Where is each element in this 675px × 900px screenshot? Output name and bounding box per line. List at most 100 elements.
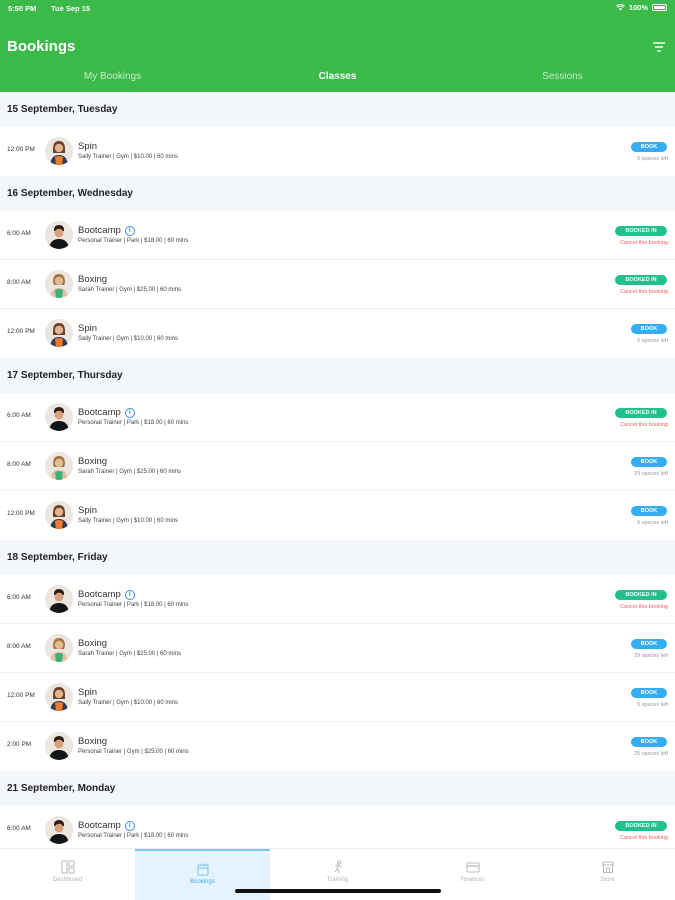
class-row[interactable]: 6:00 AM Bootcamp i Personal Trainer | Park … bbox=[0, 806, 675, 848]
book-button[interactable]: BOOK bbox=[631, 688, 667, 698]
class-time: 6:00 AM bbox=[7, 594, 31, 601]
trainer-avatar bbox=[45, 319, 73, 347]
finances-icon bbox=[466, 862, 479, 873]
spaces-left: 29 spaces left bbox=[634, 471, 668, 477]
class-name: Boxing bbox=[78, 274, 108, 285]
battery-percent: 100% bbox=[628, 3, 648, 12]
class-time: 6:00 AM bbox=[7, 230, 31, 237]
class-name-group: Boxing bbox=[78, 274, 107, 285]
class-row[interactable]: 12:00 PM Spin Sally Trainer | Gym | $10.00… bbox=[0, 309, 675, 358]
info-icon[interactable]: i bbox=[124, 589, 135, 600]
class-time: 6:00 AM bbox=[7, 825, 31, 832]
tab-classes[interactable]: Classes bbox=[225, 66, 450, 88]
book-button[interactable]: BOOK bbox=[631, 737, 667, 747]
class-name: Boxing bbox=[78, 736, 108, 747]
class-time: 8:00 AM bbox=[7, 461, 31, 468]
class-name-group: Boxing bbox=[78, 456, 107, 467]
cancel-booking-link[interactable]: Cancel this booking bbox=[620, 604, 668, 610]
booked-in-badge[interactable]: BOOKED IN bbox=[615, 275, 667, 285]
nav-store-label: Store bbox=[600, 877, 615, 883]
class-row[interactable]: 6:00 AM Bootcamp i Personal Trainer | Park … bbox=[0, 575, 675, 624]
class-details: Sally Trainer | Gym | $10.00 | 60 mins bbox=[78, 154, 179, 160]
booked-in-badge[interactable]: BOOKED IN bbox=[615, 226, 667, 236]
class-row[interactable]: 2:00 PM Boxing Personal Trainer | Gym | $2… bbox=[0, 722, 675, 771]
class-details: Sarah Trainer | Gym | $25.00 | 60 mins bbox=[78, 287, 182, 293]
class-row[interactable]: 8:00 AM Boxing Sarah Trainer | Gym | $25.0… bbox=[0, 442, 675, 491]
cancel-booking-link[interactable]: Cancel this booking bbox=[620, 422, 668, 428]
class-name: Spin bbox=[78, 141, 98, 152]
class-details: Sarah Trainer | Gym | $25.00 | 60 mins bbox=[78, 469, 182, 475]
class-time: 8:00 AM bbox=[7, 643, 31, 650]
class-row[interactable]: 6:00 AM Bootcamp i Personal Trainer | Park … bbox=[0, 393, 675, 442]
spaces-left: 5 spaces left bbox=[637, 702, 668, 708]
class-name: Spin bbox=[78, 323, 98, 334]
class-time: 6:00 AM bbox=[7, 412, 31, 419]
training-icon bbox=[334, 860, 342, 873]
class-name-group: Bootcamp i bbox=[78, 820, 135, 831]
tab-my-bookings[interactable]: My Bookings bbox=[0, 66, 225, 88]
day-header: 16 September, Wednesday bbox=[0, 176, 675, 211]
class-list[interactable]: 15 September, Tuesday 12:00 PM Spin Sally T… bbox=[0, 92, 675, 848]
trainer-avatar bbox=[45, 634, 73, 662]
spaces-left: 5 spaces left bbox=[637, 520, 668, 526]
filter-icon[interactable] bbox=[651, 39, 667, 55]
trainer-avatar bbox=[45, 585, 73, 613]
booked-in-badge[interactable]: BOOKED IN bbox=[615, 590, 667, 600]
tab-sessions[interactable]: Sessions bbox=[450, 66, 675, 88]
book-button[interactable]: BOOK bbox=[631, 324, 667, 334]
booked-in-badge[interactable]: BOOKED IN bbox=[615, 408, 667, 418]
trainer-avatar bbox=[45, 270, 73, 298]
class-time: 12:00 PM bbox=[7, 692, 35, 699]
trainer-avatar bbox=[45, 501, 73, 529]
battery-icon bbox=[652, 4, 667, 11]
cancel-booking-link[interactable]: Cancel this booking bbox=[620, 835, 668, 841]
class-details: Sarah Trainer | Gym | $25.00 | 60 mins bbox=[78, 651, 182, 657]
class-time: 8:00 AM bbox=[7, 279, 31, 286]
day-header: 18 September, Friday bbox=[0, 540, 675, 575]
nav-store[interactable]: Store bbox=[540, 849, 675, 900]
class-row[interactable]: 12:00 PM Spin Sally Trainer | Gym | $10.00… bbox=[0, 127, 675, 176]
class-row[interactable]: 8:00 AM Boxing Sarah Trainer | Gym | $25.0… bbox=[0, 624, 675, 673]
class-name: Bootcamp bbox=[78, 589, 121, 600]
cancel-booking-link[interactable]: Cancel this booking bbox=[620, 240, 668, 246]
status-date: Tue Sep 15 bbox=[51, 4, 91, 13]
status-time: 5:50 PM bbox=[8, 4, 37, 13]
class-name: Spin bbox=[78, 687, 98, 698]
trainer-avatar bbox=[45, 403, 73, 431]
store-icon bbox=[601, 861, 614, 873]
class-row[interactable]: 8:00 AM Boxing Sarah Trainer | Gym | $25.0… bbox=[0, 260, 675, 309]
class-row[interactable]: 6:00 AM Bootcamp i Personal Trainer | Park … bbox=[0, 211, 675, 260]
class-name-group: Bootcamp i bbox=[78, 225, 135, 236]
class-details: Personal Trainer | Park | $18.00 | 60 mi… bbox=[78, 420, 189, 426]
class-details: Sally Trainer | Gym | $10.00 | 60 mins bbox=[78, 700, 179, 706]
booked-in-badge[interactable]: BOOKED IN bbox=[615, 821, 667, 831]
book-button[interactable]: BOOK bbox=[631, 142, 667, 152]
spaces-left: 5 spaces left bbox=[637, 156, 668, 162]
book-button[interactable]: BOOK bbox=[631, 506, 667, 516]
trainer-avatar bbox=[45, 452, 73, 480]
trainer-avatar bbox=[45, 732, 73, 760]
class-name-group: Boxing bbox=[78, 736, 107, 747]
class-row[interactable]: 12:00 PM Spin Sally Trainer | Gym | $10.00… bbox=[0, 673, 675, 722]
nav-finances-label: Finances bbox=[460, 877, 485, 883]
class-details: Sally Trainer | Gym | $10.00 | 60 mins bbox=[78, 336, 179, 342]
nav-dashboard-label: Dashboard bbox=[52, 877, 83, 883]
info-icon[interactable]: i bbox=[124, 225, 135, 236]
book-button[interactable]: BOOK bbox=[631, 639, 667, 649]
nav-dashboard[interactable]: Dashboard bbox=[0, 849, 135, 900]
status-bar: 5:50 PM Tue Sep 15 100% bbox=[0, 0, 675, 16]
trainer-avatar bbox=[45, 137, 73, 165]
book-button[interactable]: BOOK bbox=[631, 457, 667, 467]
cancel-booking-link[interactable]: Cancel this booking bbox=[620, 289, 668, 295]
class-name-group: Bootcamp i bbox=[78, 407, 135, 418]
class-time: 12:00 PM bbox=[7, 510, 35, 517]
info-icon[interactable]: i bbox=[124, 820, 135, 831]
dashboard-icon bbox=[61, 860, 74, 874]
class-row[interactable]: 12:00 PM Spin Sally Trainer | Gym | $10.00… bbox=[0, 491, 675, 540]
calendar-icon bbox=[197, 863, 208, 876]
class-name-group: Spin bbox=[78, 687, 97, 698]
home-indicator bbox=[235, 889, 441, 893]
class-details: Personal Trainer | Park | $18.00 | 60 mi… bbox=[78, 833, 189, 839]
info-icon[interactable]: i bbox=[124, 407, 135, 418]
class-name-group: Boxing bbox=[78, 638, 107, 649]
